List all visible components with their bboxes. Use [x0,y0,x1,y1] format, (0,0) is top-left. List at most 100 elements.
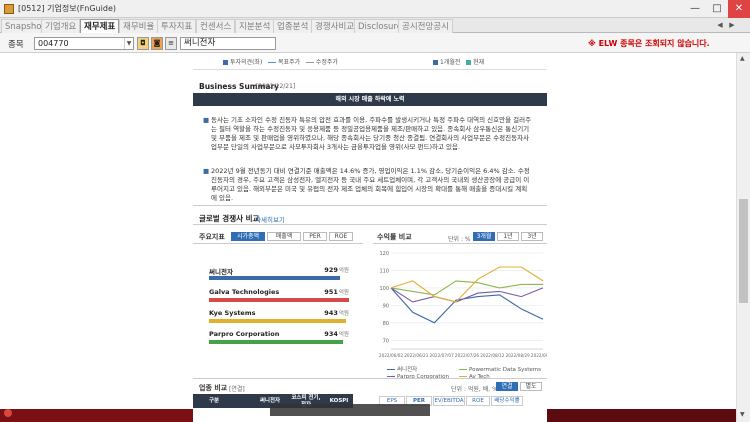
tab-separate[interactable]: 별도 [520,382,542,391]
vertical-scrollbar[interactable]: ▲ ▼ [736,53,750,422]
tab-3-months[interactable]: 3개월 [473,232,495,241]
scrollbar-thumb[interactable] [739,199,748,303]
tab-ownership[interactable]: 지분분석 [235,19,275,33]
competitor-bar [209,319,346,323]
tab-investment-indicators[interactable]: 투자지표 [157,19,197,33]
chevron-down-icon[interactable]: ▼ [124,38,133,49]
competitor-row: Galva Technologies 951억원 [209,288,349,302]
y-tick-label: 80 [383,321,389,327]
list-icon[interactable]: ≡ [165,37,177,50]
table-header-cell: 구분 [208,398,220,404]
global-competitor-title: 글로벌 경쟁사 비교 [199,214,260,223]
x-tick-label: 2022/07/26 [455,353,479,358]
tab-consensus[interactable]: 컨센서스 [196,19,236,33]
x-tick-label: 2022/06/02 [379,353,403,358]
tab-1-year[interactable]: 1년 [497,232,519,241]
minimize-button[interactable]: — [684,0,706,18]
divider [373,243,547,244]
tab-roe[interactable]: ROE [329,232,353,241]
tab-revenue[interactable]: 매출액 [267,232,301,241]
caption-overlay [270,404,430,416]
competitor-value: 929 [324,266,338,274]
toolbar: 종목 004770 ▼ ◘ ◙ ≡ 써니전자 ※ ELW 종목은 조회되지 않습니… [0,33,750,53]
tab-dividend-yield[interactable]: 배당수익률 [491,396,523,406]
industry-title: 업종 비교 [199,384,228,392]
competitor-bar [209,276,340,280]
taskbar-segment [547,409,736,422]
divider [193,224,547,225]
search-icon[interactable]: ◘ [137,37,149,50]
key-indicators-title: 주요지표 [199,233,225,241]
stock-name-field: 써니전자 [180,37,276,50]
app-icon [4,4,14,14]
competitor-row: Parpro Corporation 934억원 [209,330,349,344]
competitor-value: 951 [324,288,338,296]
tab-3-years[interactable]: 3년 [521,232,543,241]
content-area: 투자의견(좌) 목표주가 수정주가 1개월전 현재 Business Summa… [0,53,736,422]
legend-swatch [268,62,277,63]
app-window: [0512] 기업정보(FnGuide) — □ ✕ Snapshot 기업개요… [0,0,750,422]
tab-roe-industry[interactable]: ROE [466,396,490,406]
legend-swatch [305,62,314,63]
industry-unit: 단위 : 억원, 배, % [451,386,498,393]
bullet-icon: ■ [203,116,210,124]
legend-swatch [466,60,472,65]
y-tick-label: 70 [383,338,389,344]
returns-unit: 단위 : % [448,236,471,243]
divider [193,69,547,70]
bullet-icon: ■ [203,167,210,175]
maximize-button[interactable]: □ [706,0,728,18]
tab-consolidated[interactable]: 연결 [496,382,518,391]
x-tick-label: 2022/09/30 [531,353,547,358]
competitor-value: 934 [324,330,338,338]
industry-subtitle: [연결] [229,386,245,393]
legend-swatch [433,60,438,65]
scroll-up-icon[interactable]: ▲ [740,55,745,62]
business-paragraph: ■ 동사는 기초 소자인 수정 진동자 특유의 압전 효과를 이용, 주파수를 … [203,116,532,151]
stock-label: 종목 [8,40,24,50]
tab-industry-analysis[interactable]: 업종분석 [273,19,313,33]
divider [193,378,547,379]
competitor-value: 943 [324,309,338,317]
competitor-row: 써니전자 929억원 [209,266,349,280]
divider [193,243,363,244]
x-tick-label: 2022/08/12 [480,353,504,358]
record-icon [4,409,12,417]
divider [193,205,547,206]
title-bar: [0512] 기업정보(FnGuide) — □ ✕ [0,0,750,18]
business-summary-date: [2022/12/21] [256,83,296,90]
top-left-legend: 투자의견(좌) 목표주가 수정주가 [223,57,338,66]
tab-company-overview[interactable]: 기업개요 [41,19,81,33]
tab-financial-ratios[interactable]: 재무비율 [119,19,159,33]
tab-disclosure-outlook[interactable]: 공시전망공시 [398,19,453,33]
elw-notice: ※ ELW 종목은 조회되지 않습니다. [588,39,710,48]
tab-market-cap[interactable]: 시가총액 [231,232,265,241]
scroll-down-icon[interactable]: ▼ [740,411,745,418]
close-button[interactable]: ✕ [728,0,750,18]
stock-code-input[interactable]: 004770 ▼ [34,37,134,50]
x-tick-label: 2022/07/07 [430,353,454,358]
window-title: [0512] 기업정보(FnGuide) [18,4,116,13]
tab-ev-ebitda[interactable]: EV/EBITDA [433,396,465,406]
tab-competitor-comparison[interactable]: 경쟁사비교 [311,19,359,33]
y-tick-label: 120 [379,251,389,257]
taskbar-segment [0,409,193,422]
competitor-bar [209,340,343,344]
y-tick-label: 90 [383,303,389,309]
returns-title: 수익률 비교 [377,233,412,241]
top-right-legend: 1개월전 현재 [433,57,484,66]
tab-scroll-right-icon[interactable]: ▶ [727,20,737,30]
main-tabs: Snapshot 기업개요 재무제표 재무비율 투자지표 컨센서스 지분분석 업… [0,18,750,33]
see-more-link[interactable]: 자세히보기 [255,214,285,224]
tab-per[interactable]: PER [303,232,327,241]
y-tick-label: 100 [379,286,389,292]
business-summary-banner: 해외 시장 매출 하락에 노력 [193,93,547,106]
returns-line-chart: 7080901001101202022/06/02 2022/06/21 2022/… [379,251,547,358]
tab-scroll-left-icon[interactable]: ◀ [715,20,725,30]
legend-swatch [223,60,228,65]
tab-financial-statements[interactable]: 재무제표 [80,19,120,33]
report-page: 투자의견(좌) 목표주가 수정주가 1개월전 현재 Business Summa… [193,53,547,422]
x-tick-label: 2022/06/21 [404,353,428,358]
favorite-icon[interactable]: ◙ [151,37,163,50]
business-paragraph: ■ 2022년 9월 전년동기 대비 연결기준 매출액은 14.6% 증가, 영… [203,167,530,202]
